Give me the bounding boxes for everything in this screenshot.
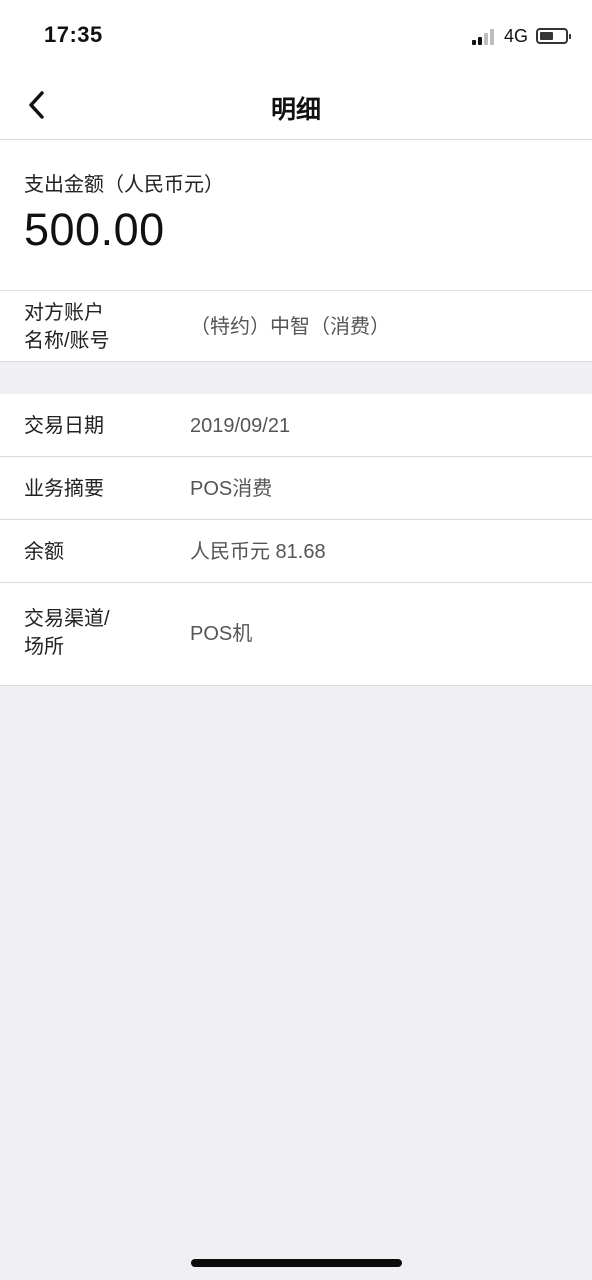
amount-card: 支出金额（人民币元） 500.00 [0, 140, 592, 291]
detail-row-date: 交易日期 2019/09/21 [0, 394, 592, 457]
detail-label-line2: 场所 [24, 636, 64, 658]
detail-value: 人民币元 81.68 [190, 541, 326, 563]
detail-value: POS消费 [190, 478, 273, 500]
detail-row-channel: 交易渠道/ 场所 POS机 [0, 583, 592, 686]
detail-value: POS机 [190, 623, 253, 645]
detail-row-summary: 业务摘要 POS消费 [0, 457, 592, 520]
amount-value: 500.00 [24, 204, 165, 255]
detail-row-balance: 余额 人民币元 81.68 [0, 520, 592, 583]
counterparty-label: 对方账户 名称/账号 [24, 299, 110, 355]
home-indicator[interactable] [191, 1259, 402, 1267]
detail-label: 业务摘要 [24, 478, 104, 500]
counterparty-row: 对方账户 名称/账号 （特约）中智（消费） [0, 291, 592, 362]
detail-value: 2019/09/21 [190, 415, 291, 437]
detail-label: 余额 [24, 541, 64, 563]
counterparty-value: （特约）中智（消费） [190, 316, 390, 338]
amount-label: 支出金额（人民币元） [24, 174, 224, 196]
network-type: 4G [503, 25, 528, 46]
status-bar: 17:35 4G [0, 0, 592, 70]
battery-icon [536, 28, 571, 44]
page-title: 明细 [270, 96, 321, 124]
detail-label-line1: 交易渠道/ [24, 608, 110, 630]
detail-label: 交易日期 [24, 415, 104, 437]
detail-label: 交易渠道/ 场所 [24, 605, 110, 661]
navigation-bar: 明细 [0, 70, 592, 140]
status-time: 17:35 [44, 22, 103, 47]
cellular-signal-icon [471, 28, 496, 45]
counterparty-label-line1: 对方账户 [24, 302, 104, 324]
status-indicators: 4G [471, 25, 571, 46]
counterparty-label-line2: 名称/账号 [24, 330, 110, 352]
